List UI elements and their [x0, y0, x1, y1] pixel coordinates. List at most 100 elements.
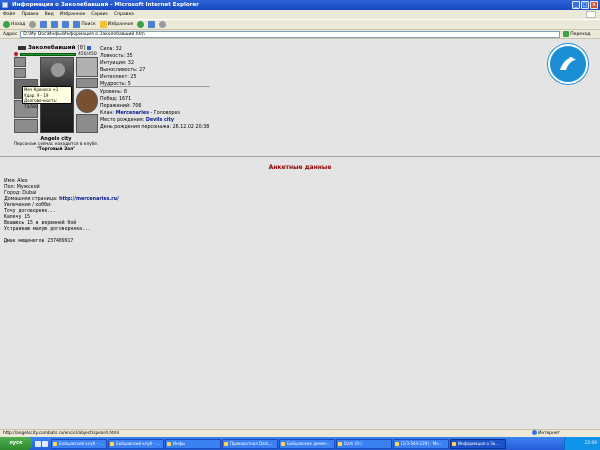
back-button[interactable]: Назад — [3, 21, 25, 28]
print-button[interactable] — [159, 21, 167, 28]
status-text: http://angelscity.combats.ru/encicl/obje… — [3, 431, 120, 436]
taskbar-item[interactable]: Бойцовский клуб - ... — [108, 438, 164, 449]
stat-strength: Сила: 32 — [100, 47, 122, 52]
maximize-button[interactable]: □ — [581, 1, 589, 9]
shield-slot[interactable] — [76, 89, 98, 113]
taskbar-item[interactable]: Бойцовский клуб - ... — [51, 438, 107, 449]
search-icon — [73, 21, 81, 28]
refresh-button[interactable] — [51, 21, 59, 28]
ie-icon — [2, 2, 8, 8]
character-name: Заколебавший — [28, 45, 76, 51]
toolbar: Назад Поиск Избранное — [0, 19, 600, 30]
address-input[interactable]: D:\Му Doc\Инфы\Информация о Заколебавший… — [20, 30, 561, 38]
taskbar-item[interactable]: [2/3-544-229] - Ме... — [393, 438, 449, 449]
windows-logo-icon — [586, 11, 596, 18]
menu-edit[interactable]: Правка — [21, 12, 38, 17]
clan-link[interactable]: Mercenaries — [116, 111, 149, 116]
hp-row: 450/450 — [13, 51, 98, 57]
logo-icon — [560, 57, 576, 70]
taskbar: пуск Бойцовский клуб - ... Бойцовский кл… — [0, 437, 600, 450]
quick-launch-icon[interactable] — [35, 440, 41, 447]
forward-button[interactable] — [29, 21, 37, 28]
profile-icq: Дмак мещенегов 237409917 — [4, 239, 74, 244]
mail-icon — [148, 21, 156, 28]
character-header: Заколебавший [8] — [18, 45, 92, 51]
boots-slot[interactable] — [76, 114, 98, 133]
tooltip-durability: Долговечность: 73/500 — [24, 98, 58, 109]
back-label: Назад — [11, 22, 26, 27]
history-button[interactable] — [137, 21, 145, 28]
character-equipment: Меч Кроноса +1 Удар: 9 - 19 Долговечност… — [14, 57, 98, 135]
page-content: Заколебавший [8] 450/450 Меч Кроноса +1 … — [0, 40, 600, 429]
helmet-slot[interactable] — [76, 57, 98, 77]
favorites-button[interactable]: Избранное — [99, 21, 134, 28]
favorites-label: Избранное — [107, 22, 134, 27]
hp-value: 450/450 — [78, 51, 97, 57]
record-wins: Побед: 1671 — [100, 97, 132, 102]
taskbar-item[interactable]: Бойцовские демен... — [279, 438, 335, 449]
item-tooltip: Меч Кроноса +1 Удар: 9 - 19 Долговечност… — [22, 86, 72, 109]
character-level: [8] — [77, 45, 86, 51]
record-losses: Поражений: 706 — [100, 104, 142, 109]
security-zone: Интернет — [532, 430, 560, 437]
minimize-button[interactable]: _ — [572, 1, 580, 9]
heart-icon — [13, 51, 19, 57]
printer-icon — [159, 21, 167, 28]
record-level: Уровень: 8 — [100, 90, 127, 95]
records-list: Уровень: 8 Побед: 1671 Поражений: 706 Кл… — [100, 89, 209, 131]
go-label: Переход — [570, 31, 591, 37]
window-titlebar: Информация о Заколебавший - Microsoft In… — [0, 0, 600, 10]
address-label: Адрес — [3, 31, 18, 37]
info-icon[interactable] — [87, 46, 92, 50]
menu-help[interactable]: Справка — [114, 12, 134, 17]
zone-label: Интернет — [538, 431, 560, 436]
taskbar-item-active[interactable]: Информация о За... — [450, 438, 506, 449]
location-room: "Торговый Зал" — [36, 147, 76, 153]
home-button[interactable] — [62, 21, 70, 28]
taskbar-item[interactable]: Dark (0:) — [336, 438, 392, 449]
stop-button[interactable] — [40, 21, 48, 28]
search-label: Поиск — [81, 22, 96, 27]
belt-slot[interactable] — [14, 119, 38, 133]
menu-favorites[interactable]: Избранное — [60, 12, 86, 17]
profile-section-title: Анкетные данные — [268, 164, 332, 171]
record-birthplace: Место рождения: Devils city — [100, 118, 174, 123]
star-icon — [99, 21, 107, 28]
clock[interactable]: 22:09 — [585, 441, 597, 446]
taskbar-items: Бойцовский клуб - ... Бойцовский клуб - … — [51, 438, 564, 449]
menu-file[interactable]: Файл — [3, 12, 15, 17]
menu-tools[interactable]: Сервис — [91, 12, 108, 17]
birthplace-link[interactable]: Devils city — [146, 118, 174, 123]
amulet-slot[interactable] — [14, 68, 26, 78]
system-tray: 22:09 — [564, 437, 600, 450]
start-button[interactable]: пуск — [0, 437, 32, 450]
record-birthday: День рождения персонажа: 26.12.02 20:38 — [100, 125, 210, 130]
stat-endurance: Выносливость: 27 — [100, 68, 146, 73]
menu-view[interactable]: Вид — [45, 12, 54, 17]
profile-data: Имя: Alex Пол: Мужской Город: Dubai Дома… — [4, 179, 119, 245]
stop-icon — [40, 21, 48, 28]
taskbar-item[interactable]: Инфы — [165, 438, 221, 449]
gloves-slot[interactable] — [76, 78, 98, 88]
taskbar-item[interactable]: Приворотная Dark... — [222, 438, 278, 449]
close-button[interactable]: × — [590, 1, 598, 9]
forward-arrow-icon — [29, 21, 37, 28]
earring-slot[interactable] — [14, 57, 26, 67]
go-button[interactable]: Переход — [563, 31, 591, 37]
stat-agility: Ловкость: 35 — [100, 54, 133, 59]
refresh-icon — [51, 21, 59, 28]
search-button[interactable]: Поиск — [73, 21, 96, 28]
home-icon — [62, 21, 70, 28]
section-divider — [0, 156, 600, 157]
stat-intuition: Интуиция: 32 — [100, 61, 135, 66]
record-clan: Клан: Mercenaries - Головорез — [100, 111, 180, 116]
quick-launch-icon[interactable] — [42, 440, 48, 447]
status-bar: http://angelscity.combats.ru/encicl/obje… — [0, 429, 600, 437]
clan-flag-icon[interactable] — [18, 46, 26, 50]
stats-list: Сила: 32 Ловкость: 35 Интуиция: 32 Вынос… — [100, 46, 145, 88]
quick-launch — [35, 440, 48, 447]
location-note: Персонаж сейчас находится в клубе. "Торг… — [0, 142, 112, 152]
homepage-link[interactable]: http://mercenaries.ru/ — [59, 197, 119, 202]
mail-button[interactable] — [148, 21, 156, 28]
address-bar: Адрес D:\Му Doc\Инфы\Информация о Заколе… — [0, 30, 600, 39]
